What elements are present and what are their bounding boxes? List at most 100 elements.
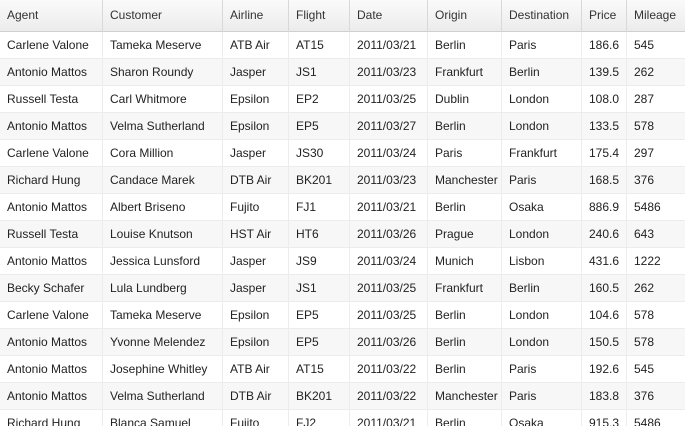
cell-destination[interactable]: London (502, 221, 582, 247)
cell-date[interactable]: 2011/03/24 (350, 140, 428, 166)
cell-date[interactable]: 2011/03/25 (350, 86, 428, 112)
cell-origin[interactable]: Frankfurt (428, 275, 502, 301)
cell-flight[interactable]: JS30 (289, 140, 350, 166)
cell-origin[interactable]: Berlin (428, 329, 502, 355)
cell-flight[interactable]: HT6 (289, 221, 350, 247)
cell-mileage[interactable]: 376 (627, 383, 685, 409)
cell-agent[interactable]: Antonio Mattos (0, 383, 103, 409)
cell-origin[interactable]: Manchester (428, 383, 502, 409)
cell-mileage[interactable]: 578 (627, 302, 685, 328)
cell-destination[interactable]: Lisbon (502, 248, 582, 274)
table-row[interactable]: Antonio Mattos Albert Briseno Fujito FJ1 201… (0, 194, 685, 221)
cell-origin[interactable]: Prague (428, 221, 502, 247)
cell-origin[interactable]: Berlin (428, 410, 502, 426)
column-header-airline[interactable]: Airline (223, 0, 289, 32)
cell-agent[interactable]: Richard Hung (0, 410, 103, 426)
cell-flight[interactable]: JS9 (289, 248, 350, 274)
cell-mileage[interactable]: 643 (627, 221, 685, 247)
cell-agent[interactable]: Russell Testa (0, 221, 103, 247)
cell-flight[interactable]: EP2 (289, 86, 350, 112)
cell-price[interactable]: 886.9 (582, 194, 627, 220)
column-header-flight[interactable]: Flight (289, 0, 350, 32)
cell-agent[interactable]: Richard Hung (0, 167, 103, 193)
cell-airline[interactable]: DTB Air (223, 167, 289, 193)
table-row[interactable]: Richard Hung Candace Marek DTB Air BK201 201… (0, 167, 685, 194)
cell-price[interactable]: 431.6 (582, 248, 627, 274)
table-row[interactable]: Russell Testa Carl Whitmore Epsilon EP2 2011… (0, 86, 685, 113)
cell-airline[interactable]: HST Air (223, 221, 289, 247)
cell-origin[interactable]: Munich (428, 248, 502, 274)
cell-destination[interactable]: Paris (502, 383, 582, 409)
cell-airline[interactable]: Jasper (223, 59, 289, 85)
cell-date[interactable]: 2011/03/21 (350, 194, 428, 220)
cell-customer[interactable]: Candace Marek (103, 167, 223, 193)
cell-flight[interactable]: FJ2 (289, 410, 350, 426)
cell-customer[interactable]: Louise Knutson (103, 221, 223, 247)
cell-agent[interactable]: Antonio Mattos (0, 194, 103, 220)
cell-customer[interactable]: Sharon Roundy (103, 59, 223, 85)
column-header-mileage[interactable]: Mileage (627, 0, 685, 32)
cell-price[interactable]: 133.5 (582, 113, 627, 139)
column-header-origin[interactable]: Origin (428, 0, 502, 32)
cell-price[interactable]: 108.0 (582, 86, 627, 112)
cell-destination[interactable]: Berlin (502, 59, 582, 85)
cell-customer[interactable]: Yvonne Melendez (103, 329, 223, 355)
cell-price[interactable]: 160.5 (582, 275, 627, 301)
cell-destination[interactable]: Osaka (502, 194, 582, 220)
table-row[interactable]: Antonio Mattos Jessica Lunsford Jasper JS9 2… (0, 248, 685, 275)
cell-destination[interactable]: London (502, 113, 582, 139)
cell-origin[interactable]: Berlin (428, 32, 502, 58)
cell-airline[interactable]: Epsilon (223, 329, 289, 355)
cell-customer[interactable]: Velma Sutherland (103, 383, 223, 409)
cell-agent[interactable]: Antonio Mattos (0, 113, 103, 139)
cell-customer[interactable]: Blanca Samuel (103, 410, 223, 426)
cell-destination[interactable]: Paris (502, 356, 582, 382)
table-row[interactable]: Becky Schafer Lula Lundberg Jasper JS1 2011/… (0, 275, 685, 302)
cell-flight[interactable]: EP5 (289, 113, 350, 139)
cell-airline[interactable]: Jasper (223, 275, 289, 301)
cell-origin[interactable]: Paris (428, 140, 502, 166)
cell-destination[interactable]: Paris (502, 167, 582, 193)
cell-price[interactable]: 915.3 (582, 410, 627, 426)
cell-customer[interactable]: Tameka Meserve (103, 302, 223, 328)
cell-date[interactable]: 2011/03/22 (350, 383, 428, 409)
cell-date[interactable]: 2011/03/23 (350, 59, 428, 85)
cell-destination[interactable]: Frankfurt (502, 140, 582, 166)
cell-customer[interactable]: Albert Briseno (103, 194, 223, 220)
table-row[interactable]: Antonio Mattos Velma Sutherland DTB Air BK2… (0, 383, 685, 410)
cell-agent[interactable]: Russell Testa (0, 86, 103, 112)
cell-price[interactable]: 240.6 (582, 221, 627, 247)
cell-mileage[interactable]: 262 (627, 59, 685, 85)
table-row[interactable]: Antonio Mattos Velma Sutherland Epsilon EP5… (0, 113, 685, 140)
cell-flight[interactable]: JS1 (289, 59, 350, 85)
cell-destination[interactable]: Paris (502, 32, 582, 58)
cell-customer[interactable]: Tameka Meserve (103, 32, 223, 58)
column-header-agent[interactable]: Agent (0, 0, 103, 32)
cell-price[interactable]: 183.8 (582, 383, 627, 409)
cell-flight[interactable]: EP5 (289, 329, 350, 355)
cell-origin[interactable]: Berlin (428, 113, 502, 139)
cell-origin[interactable]: Berlin (428, 356, 502, 382)
cell-mileage[interactable]: 578 (627, 329, 685, 355)
cell-agent[interactable]: Antonio Mattos (0, 329, 103, 355)
cell-date[interactable]: 2011/03/25 (350, 302, 428, 328)
cell-mileage[interactable]: 578 (627, 113, 685, 139)
cell-airline[interactable]: Fujito (223, 194, 289, 220)
cell-date[interactable]: 2011/03/23 (350, 167, 428, 193)
cell-mileage[interactable]: 1222 (627, 248, 685, 274)
cell-agent[interactable]: Antonio Mattos (0, 356, 103, 382)
cell-airline[interactable]: DTB Air (223, 383, 289, 409)
column-header-customer[interactable]: Customer (103, 0, 223, 32)
cell-price[interactable]: 139.5 (582, 59, 627, 85)
cell-date[interactable]: 2011/03/25 (350, 275, 428, 301)
cell-airline[interactable]: ATB Air (223, 356, 289, 382)
table-row[interactable]: Carlene Valone Tameka Meserve ATB Air AT15 2… (0, 32, 685, 59)
table-row[interactable]: Carlene Valone Tameka Meserve Epsilon EP5 20… (0, 302, 685, 329)
column-header-price[interactable]: Price (582, 0, 627, 32)
cell-price[interactable]: 175.4 (582, 140, 627, 166)
cell-agent[interactable]: Carlene Valone (0, 302, 103, 328)
cell-price[interactable]: 186.6 (582, 32, 627, 58)
cell-airline[interactable]: Fujito (223, 410, 289, 426)
cell-date[interactable]: 2011/03/21 (350, 32, 428, 58)
cell-mileage[interactable]: 5486 (627, 194, 685, 220)
